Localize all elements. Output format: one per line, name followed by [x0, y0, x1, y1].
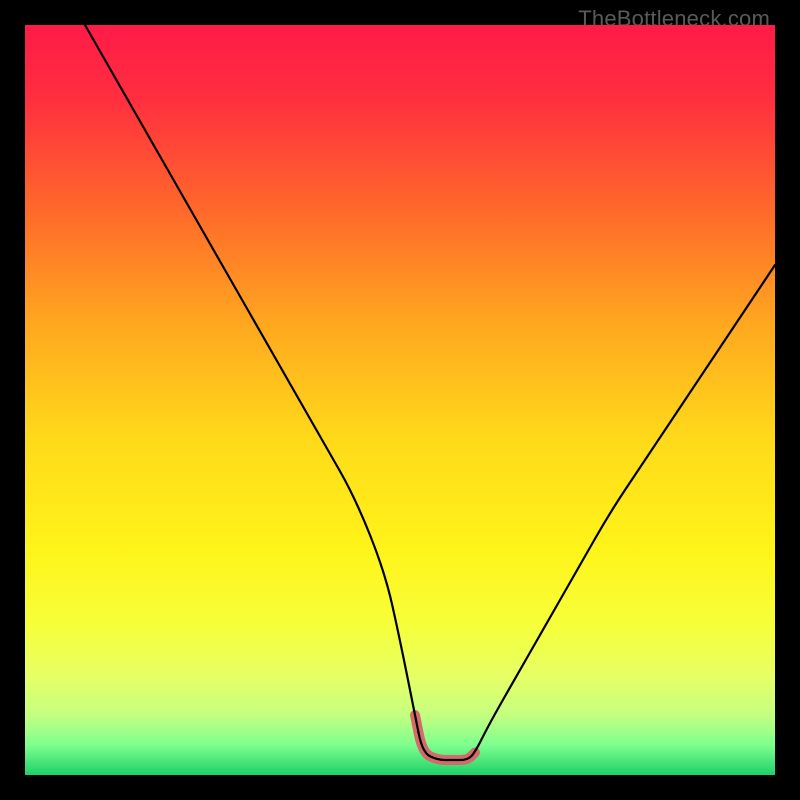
chart-curve-layer: [25, 25, 775, 775]
chart-plot-area: [25, 25, 775, 775]
optimal-band-curve: [415, 715, 475, 760]
bottleneck-curve: [85, 25, 775, 760]
